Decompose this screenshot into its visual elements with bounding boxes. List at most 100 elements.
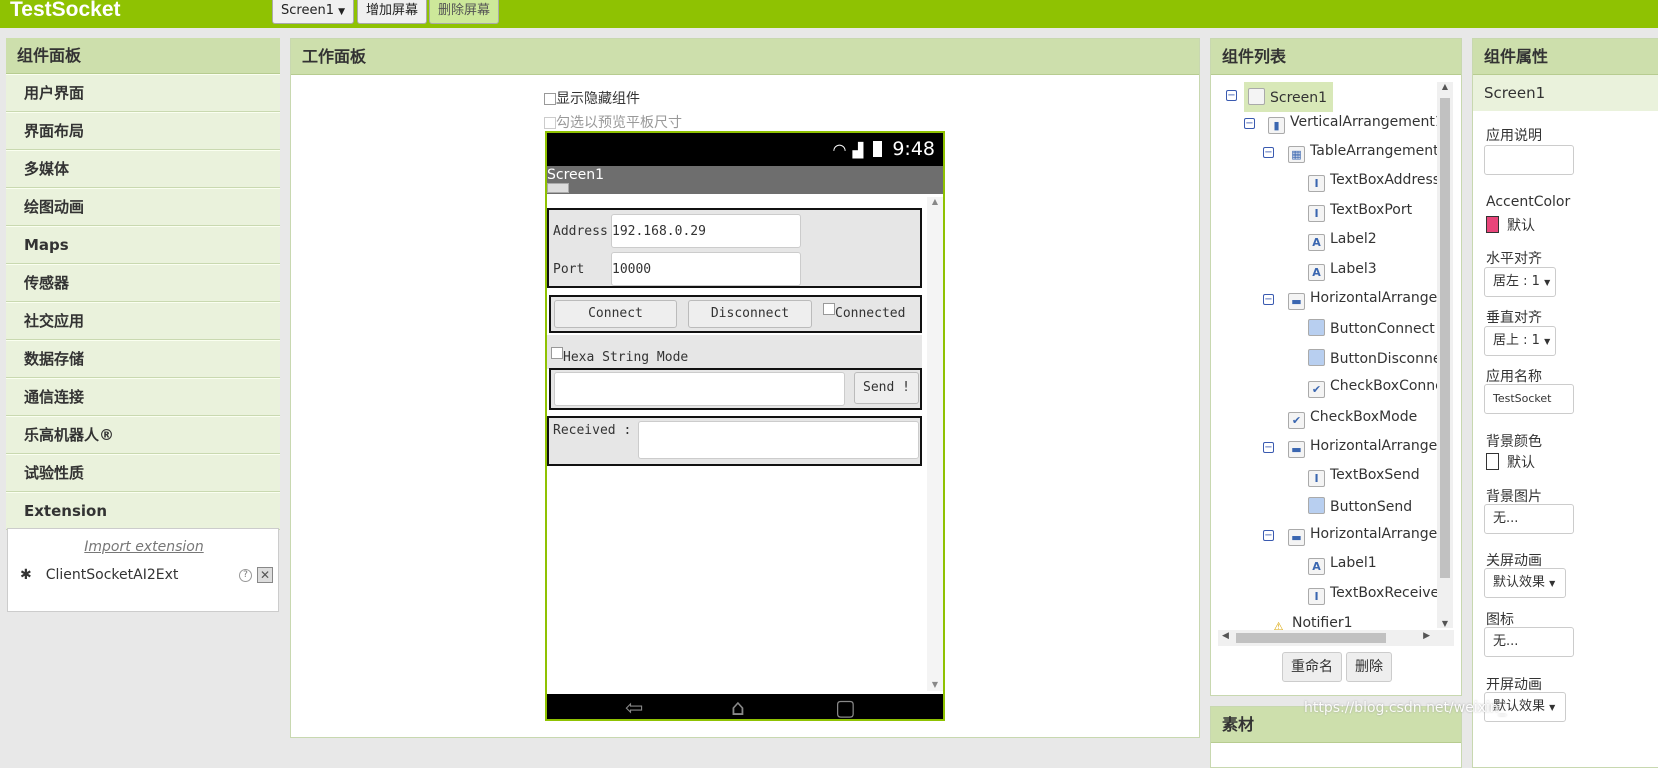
tree-node-label2[interactable]: A Label2: [1308, 231, 1377, 251]
collapse-icon[interactable]: −: [1263, 294, 1274, 305]
tree-node-button-connect[interactable]: ButtonConnect: [1308, 319, 1435, 337]
palette-item-layout[interactable]: 界面布局: [6, 112, 280, 150]
top-bar: TestSocket Screen1 ▼ 增加屏幕 删除屏幕: [0, 0, 1658, 28]
screen-selector[interactable]: Screen1 ▼: [272, 0, 355, 24]
disconnect-button[interactable]: Disconnect: [688, 300, 812, 328]
tree-node-button-send[interactable]: ButtonSend: [1308, 497, 1412, 515]
bg-color-value[interactable]: 默认: [1486, 452, 1535, 472]
app-title: TestSocket: [10, 0, 121, 21]
palette-item-lego[interactable]: 乐高机器人®: [6, 416, 280, 454]
tree-node-button-disconnect[interactable]: ButtonDisconnec: [1308, 349, 1449, 367]
scroll-up-icon: ▲: [1441, 82, 1449, 91]
show-hidden-option[interactable]: 显示隐藏组件: [544, 88, 640, 108]
about-input[interactable]: [1484, 145, 1574, 175]
palette-item-extension[interactable]: Extension: [6, 492, 280, 530]
collapse-icon[interactable]: −: [1263, 442, 1274, 453]
scrollbar-thumb[interactable]: [1440, 98, 1450, 578]
table-arrangement-icon: ▦: [1288, 146, 1305, 163]
tree-node-screen1[interactable]: Screen1: [1244, 82, 1334, 112]
send-button[interactable]: Send !: [854, 372, 919, 404]
recents-icon: ▢: [835, 696, 856, 721]
tree-node-label1[interactable]: A Label1: [1308, 555, 1377, 575]
rename-button[interactable]: 重命名: [1282, 652, 1342, 682]
hexa-mode-checkbox[interactable]: [551, 347, 563, 359]
home-icon: ⌂: [731, 696, 745, 721]
help-icon[interactable]: ?: [239, 569, 252, 582]
collapse-icon[interactable]: −: [1226, 90, 1237, 101]
port-input[interactable]: 10000: [611, 252, 801, 286]
tree-node-textbox-received[interactable]: I TextBoxReceived: [1308, 585, 1448, 605]
extension-item[interactable]: ✱ ClientSocketAI2Ext: [20, 567, 178, 583]
components-title: 组件列表: [1211, 39, 1461, 75]
tree-node-label3[interactable]: A Label3: [1308, 261, 1377, 281]
button-icon: [1308, 497, 1325, 514]
hexa-mode-option[interactable]: Hexa String Mode: [551, 347, 688, 365]
tree-node-horizontal-arrangement[interactable]: ▬ HorizontalArrangem: [1288, 438, 1451, 458]
palette-item-media[interactable]: 多媒体: [6, 150, 280, 188]
palette-item-user-interface[interactable]: 用户界面: [6, 74, 280, 112]
tree-horizontal-scrollbar[interactable]: ◀ ▶: [1218, 630, 1454, 646]
button-icon: [1308, 319, 1325, 336]
palette-item-maps[interactable]: Maps: [6, 226, 280, 264]
palette-item-experimental[interactable]: 试验性质: [6, 454, 280, 492]
collapse-icon[interactable]: −: [1263, 530, 1274, 541]
collapse-icon[interactable]: −: [1244, 118, 1255, 129]
collapse-icon[interactable]: −: [1263, 147, 1274, 158]
label-icon: A: [1308, 558, 1325, 575]
tree-node-checkbox-connected[interactable]: ✔ CheckBoxConne: [1308, 378, 1444, 398]
delete-button[interactable]: 删除: [1346, 652, 1392, 682]
scrollbar-thumb[interactable]: [1236, 633, 1386, 643]
palette-item-drawing[interactable]: 绘图动画: [6, 188, 280, 226]
icon-input[interactable]: 无...: [1484, 627, 1574, 657]
tree-node-checkbox-mode[interactable]: ✔ CheckBoxMode: [1288, 409, 1417, 429]
tablet-preview-checkbox[interactable]: [544, 117, 556, 129]
show-hidden-checkbox[interactable]: [544, 93, 556, 105]
tree-node-horizontal-arrangement[interactable]: ▬ HorizontalArrangem: [1288, 526, 1451, 546]
palette-item-storage[interactable]: 数据存储: [6, 340, 280, 378]
received-input[interactable]: [638, 421, 919, 459]
extension-name: ClientSocketAI2Ext: [45, 567, 179, 583]
valign-label: 垂直对齐: [1486, 310, 1542, 326]
button-icon: [1308, 349, 1325, 366]
tree-node-textbox-send[interactable]: I TextBoxSend: [1308, 467, 1420, 487]
connected-checkbox[interactable]: [823, 303, 835, 315]
dropdown-arrow-icon: ▼: [1544, 337, 1551, 346]
remove-extension-icon[interactable]: ✕: [257, 567, 273, 583]
horizontal-arrangement-icon: ▬: [1288, 529, 1305, 546]
extension-icon: ✱: [20, 567, 32, 583]
palette-item-sensors[interactable]: 传感器: [6, 264, 280, 302]
properties-panel: 组件属性 Screen1 应用说明 AccentColor 默认 水平对齐 居左…: [1472, 38, 1658, 768]
connected-label: Connected: [835, 306, 906, 321]
phone-scrollbar[interactable]: ▲ ▼: [927, 197, 943, 691]
properties-title: 组件属性: [1473, 39, 1658, 75]
screen-icon: [1248, 88, 1265, 105]
tree-node-vertical-arrangement1[interactable]: ▮ VerticalArrangement1: [1268, 114, 1444, 134]
status-bar: ◠ ▟ 9:48: [547, 133, 943, 166]
connect-button[interactable]: Connect: [554, 300, 677, 328]
open-animation-label: 开屏动画: [1486, 677, 1542, 693]
send-input[interactable]: [554, 372, 845, 406]
tree-node-horizontal-arrangement[interactable]: ▬ HorizontalArrangem: [1288, 290, 1451, 310]
tree-node-table-arrangement1[interactable]: ▦ TableArrangement1: [1288, 143, 1448, 163]
scroll-down-icon: ▼: [1441, 619, 1449, 628]
valign-select[interactable]: 居上 : 1 ▼: [1484, 326, 1556, 356]
label-icon: A: [1308, 234, 1325, 251]
halign-label: 水平对齐: [1486, 251, 1542, 267]
palette-item-social[interactable]: 社交应用: [6, 302, 280, 340]
back-icon: ⇦: [625, 696, 644, 721]
palette-item-connectivity[interactable]: 通信连接: [6, 378, 280, 416]
tree-node-textbox-port[interactable]: I TextBoxPort: [1308, 202, 1412, 222]
connected-option[interactable]: Connected: [823, 303, 905, 321]
add-screen-button[interactable]: 增加屏幕: [357, 0, 428, 24]
remove-screen-button[interactable]: 删除屏幕: [429, 0, 500, 24]
accent-color-value[interactable]: 默认: [1486, 215, 1535, 235]
close-animation-select[interactable]: 默认效果 ▼: [1484, 568, 1566, 598]
tablet-preview-option[interactable]: 勾选以预览平板尺寸: [544, 112, 682, 132]
halign-select[interactable]: 居左 : 1 ▼: [1484, 267, 1556, 297]
tree-vertical-scrollbar[interactable]: ▲ ▼: [1437, 82, 1453, 628]
app-name-input[interactable]: TestSocket: [1484, 384, 1574, 414]
tree-node-textbox-address[interactable]: I TextBoxAddress: [1308, 172, 1440, 192]
address-input[interactable]: 192.168.0.29: [611, 214, 801, 248]
bg-image-input[interactable]: 无...: [1484, 504, 1574, 534]
import-extension-link[interactable]: Import extension: [8, 539, 280, 555]
